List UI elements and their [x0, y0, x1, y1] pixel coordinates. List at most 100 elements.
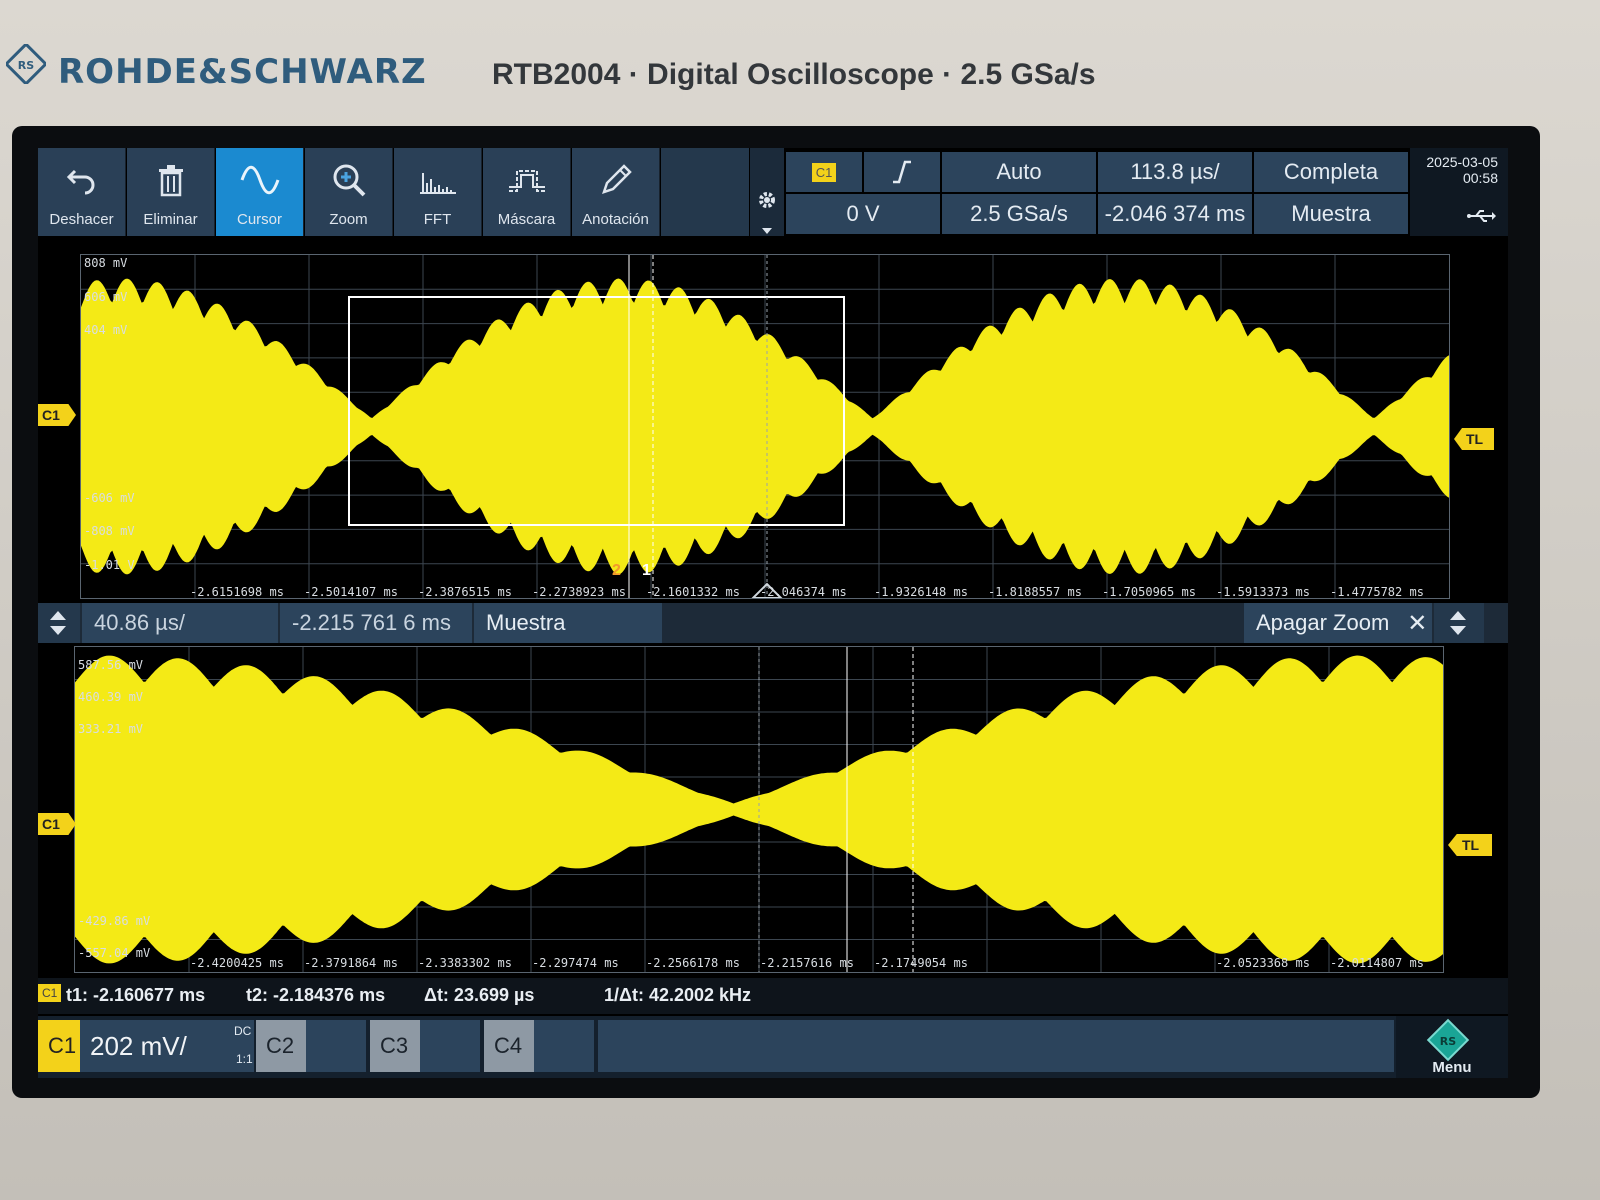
y-tick-label: -557.04 mV: [78, 946, 151, 960]
trigger-level[interactable]: 0 V: [786, 194, 940, 234]
x-tick-label: -2.1749054 ms: [874, 956, 968, 970]
channel-3-tab[interactable]: C3: [370, 1020, 420, 1072]
x-tick-label: -1.9326148 ms: [874, 585, 968, 599]
zoom-button[interactable]: Zoom: [305, 148, 393, 236]
up-down-arrows-icon: [1450, 611, 1466, 635]
x-tick-label: -2.3383302 ms: [418, 956, 512, 970]
main-waveform-plot: [81, 255, 1449, 598]
main-channel-marker[interactable]: C1: [38, 404, 76, 426]
fft-button[interactable]: FFT: [394, 148, 482, 236]
svg-text:RS: RS: [1440, 1035, 1456, 1048]
oscilloscope-screen: Deshacer Eliminar Cursor Zoom FFT Máscar…: [38, 148, 1508, 1078]
zoom-scroll-arrows[interactable]: [38, 603, 80, 643]
brand-bar: RS ROHDE&SCHWARZ RTB2004 · Digital Oscil…: [0, 22, 1600, 102]
x-tick-label: -2.046374 ms: [760, 585, 847, 599]
sample-rate[interactable]: 2.5 GSa/s: [942, 194, 1096, 234]
zoom-info-bar: 40.86 µs/ -2.215 761 6 ms Muestra Apagar…: [38, 603, 1508, 643]
trigger-source-cell[interactable]: C1: [786, 152, 862, 192]
toolbar-empty-slot: [661, 148, 749, 236]
channel-4-scale-empty[interactable]: [534, 1020, 594, 1072]
y-tick-label: 460.39 mV: [78, 690, 144, 704]
channel-3-scale-empty[interactable]: [420, 1020, 480, 1072]
x-tick-label: -2.2738923 ms: [532, 585, 626, 599]
pencil-icon: [601, 164, 632, 194]
mask-button[interactable]: Máscara: [483, 148, 571, 236]
cursor-2-label[interactable]: 2: [612, 562, 621, 580]
mask-test-icon: [508, 170, 545, 192]
cursor-inverse-delta-t-readout: 1/Δt: 42.2002 kHz: [604, 985, 752, 1005]
magnifier-plus-icon: [333, 164, 365, 197]
channel-2-tab[interactable]: C2: [256, 1020, 306, 1072]
zoom-waveform-grid[interactable]: [74, 646, 1444, 973]
channel-bar: C1 202 mV/ DC 1:1 C2 C3 C4 RS Menu: [38, 1016, 1508, 1078]
zoom-off-button[interactable]: Apagar Zoom ✕: [1244, 603, 1432, 643]
menu-button[interactable]: RS Menu: [1396, 1016, 1508, 1078]
y-tick-label: 333.21 mV: [78, 722, 144, 736]
x-tick-label: -2.5014107 ms: [304, 585, 398, 599]
spectrum-icon: [419, 173, 456, 194]
gear-icon: [759, 192, 775, 208]
undo-button[interactable]: Deshacer: [38, 148, 126, 236]
sine-wave-icon: [240, 165, 279, 195]
channel-bar-empty: [598, 1020, 1394, 1072]
zoom-position[interactable]: -2.215 761 6 ms: [280, 603, 472, 643]
cursor-1-label[interactable]: 1: [642, 562, 651, 580]
menu-label: Menu: [1432, 1059, 1472, 1076]
zoom-trigger-level-marker[interactable]: TL: [1448, 834, 1492, 856]
time-scale[interactable]: 113.8 µs/: [1098, 152, 1252, 192]
model-description: RTB2004 · Digital Oscilloscope · 2.5 GSa…: [492, 58, 1096, 91]
mask-label: Máscara: [497, 211, 556, 228]
zoom-window-arrows[interactable]: [1434, 603, 1484, 643]
zoom-label: Zoom: [329, 211, 368, 228]
delete-button[interactable]: Eliminar: [127, 148, 215, 236]
zoom-time-scale[interactable]: 40.86 µs/: [82, 603, 278, 643]
channel-1-coupling: DC: [234, 1024, 252, 1038]
time-text: 00:58: [1462, 170, 1498, 186]
x-tick-label: -2.3876515 ms: [418, 585, 512, 599]
horizontal-position[interactable]: -2.046 374 ms: [1098, 194, 1252, 234]
zoom-acquisition-type[interactable]: Muestra: [474, 603, 662, 643]
channel-4-tab[interactable]: C4: [484, 1020, 534, 1072]
cursor-button[interactable]: Cursor: [216, 148, 304, 236]
x-tick-label: -2.2157616 ms: [760, 956, 854, 970]
annotation-button[interactable]: Anotación: [572, 148, 660, 236]
trigger-source-badge: C1: [811, 162, 837, 182]
y-tick-label: -808 mV: [84, 524, 135, 538]
x-tick-label: -1.7050965 ms: [1102, 585, 1196, 599]
up-down-arrows-icon: [50, 611, 66, 635]
x-tick-label: -1.4775782 ms: [1330, 585, 1424, 599]
usb-icon: [1467, 210, 1496, 222]
y-tick-label: 587.56 mV: [78, 658, 144, 672]
x-tick-label: -2.4200425 ms: [190, 956, 284, 970]
trigger-slope-cell[interactable]: [864, 152, 940, 192]
zoom-channel-marker[interactable]: C1: [38, 813, 76, 835]
x-tick-label: -2.6151698 ms: [190, 585, 284, 599]
channel-1-tab[interactable]: C1: [38, 1020, 80, 1072]
x-tick-label: -2.2566178 ms: [646, 956, 740, 970]
channel-2-scale-empty[interactable]: [306, 1020, 366, 1072]
trigger-mode[interactable]: Auto: [942, 152, 1096, 192]
y-tick-label: 808 mV: [84, 256, 128, 270]
rising-edge-icon: [893, 160, 911, 184]
main-waveform-grid[interactable]: [80, 254, 1450, 599]
channel-1-scale[interactable]: 202 mV/: [80, 1020, 254, 1072]
brand-name: ROHDE&SCHWARZ: [58, 52, 427, 92]
acquisition-mode[interactable]: Completa: [1254, 152, 1408, 192]
channel-1-probe-ratio: 1:1: [236, 1052, 253, 1066]
x-tick-label: -2.3791864 ms: [304, 956, 398, 970]
cursor-label: Cursor: [236, 211, 282, 228]
x-tick-label: -2.297474 ms: [532, 956, 619, 970]
main-trigger-level-marker[interactable]: TL: [1454, 428, 1494, 450]
acquisition-type[interactable]: Muestra: [1254, 194, 1408, 234]
rohde-schwarz-logo-icon: RS: [6, 44, 46, 84]
cursor-measurement-bar: C1 t1: -2.160677 ms t2: -2.184376 ms Δt:…: [38, 978, 1508, 1014]
date-text: 2025-03-05: [1426, 154, 1498, 170]
x-tick-label: -2.0523368 ms: [1216, 956, 1310, 970]
annotation-label: Anotación: [582, 211, 649, 228]
delete-label: Eliminar: [143, 211, 198, 228]
settings-button[interactable]: [750, 148, 784, 236]
svg-text:RS: RS: [18, 59, 34, 72]
cursor-t2-readout: t2: -2.184376 ms: [246, 985, 386, 1005]
y-tick-label: 404 mV: [84, 323, 128, 337]
close-icon: ✕: [1407, 609, 1428, 637]
